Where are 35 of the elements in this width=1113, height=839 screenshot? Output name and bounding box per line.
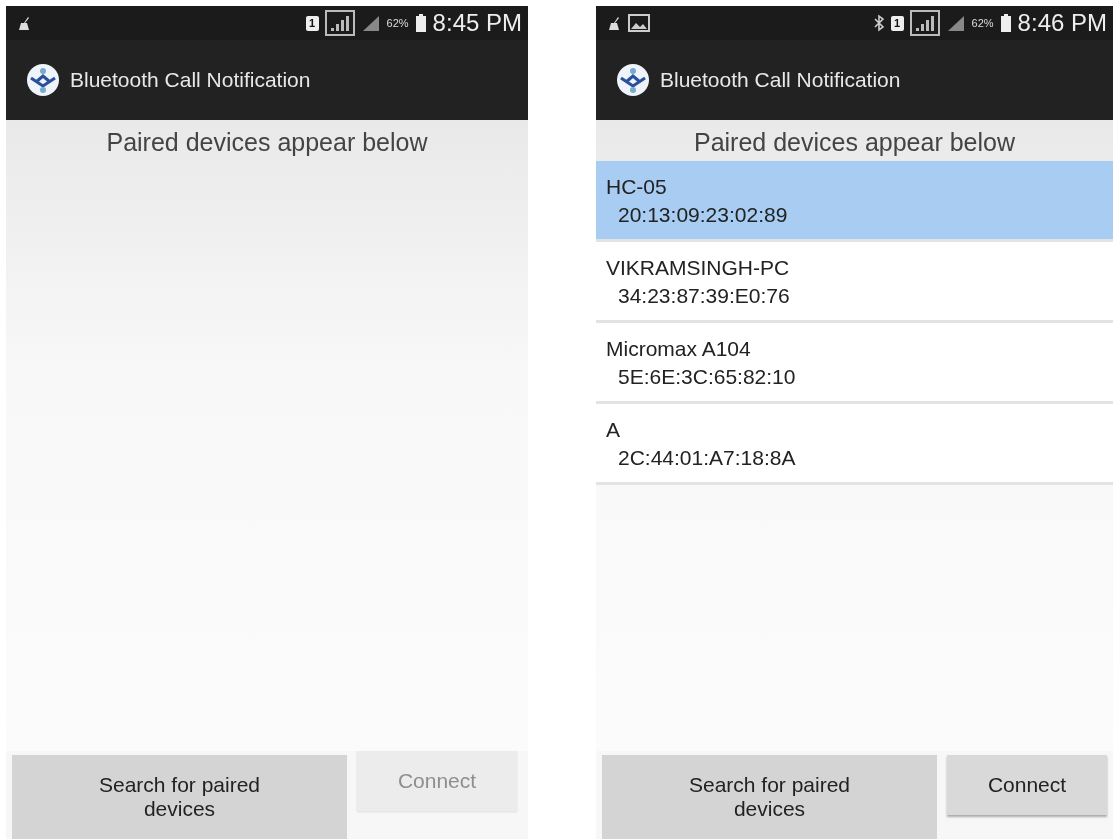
clock: 8:45 PM (432, 9, 522, 37)
broom-icon (16, 15, 32, 31)
device-address: 34:23:87:39:E0:76 (617, 284, 791, 308)
device-item[interactable]: VIKRAMSINGH-PC 34:23:87:39:E0:76 (596, 242, 1113, 323)
search-button[interactable]: Search for paired devices (12, 755, 347, 839)
signal-icon (324, 10, 355, 36)
app-logo-icon (616, 63, 650, 97)
device-name: HC-05 (606, 175, 668, 199)
broom-icon (606, 15, 622, 31)
device-item[interactable]: Micromax A104 5E:6E:3C:65:82:10 (596, 323, 1113, 404)
battery-percent: 62% (386, 17, 409, 29)
device-name: A (606, 418, 621, 442)
list-heading: Paired devices appear below (105, 127, 429, 158)
device-address: 5E:6E:3C:65:82:10 (617, 365, 797, 389)
device-name: VIKRAMSINGH-PC (606, 256, 791, 280)
sim-icon: 1 (305, 15, 319, 31)
battery-percent: 62% (971, 17, 994, 29)
list-heading: Paired devices appear below (692, 127, 1016, 158)
connect-button[interactable]: Connect (947, 755, 1107, 815)
device-item[interactable]: HC-05 20:13:09:23:02:89 (596, 161, 1113, 242)
device-item[interactable]: A 2C:44:01:A7:18:8A (596, 404, 1113, 485)
app-logo-icon (26, 63, 60, 97)
image-icon (628, 14, 650, 32)
bluetooth-icon (872, 14, 885, 32)
signal-icon (909, 10, 940, 36)
device-address: 20:13:09:23:02:89 (617, 203, 789, 227)
battery-icon (414, 14, 427, 32)
sim-icon: 1 (890, 15, 904, 31)
battery-icon (999, 14, 1012, 32)
app-title: Bluetooth Call Notification (70, 68, 311, 92)
device-name: Micromax A104 (606, 337, 752, 361)
search-button[interactable]: Search for paired devices (602, 755, 937, 839)
clock: 8:46 PM (1017, 9, 1107, 37)
device-address: 2C:44:01:A7:18:8A (617, 446, 797, 470)
app-title: Bluetooth Call Notification (660, 68, 901, 92)
